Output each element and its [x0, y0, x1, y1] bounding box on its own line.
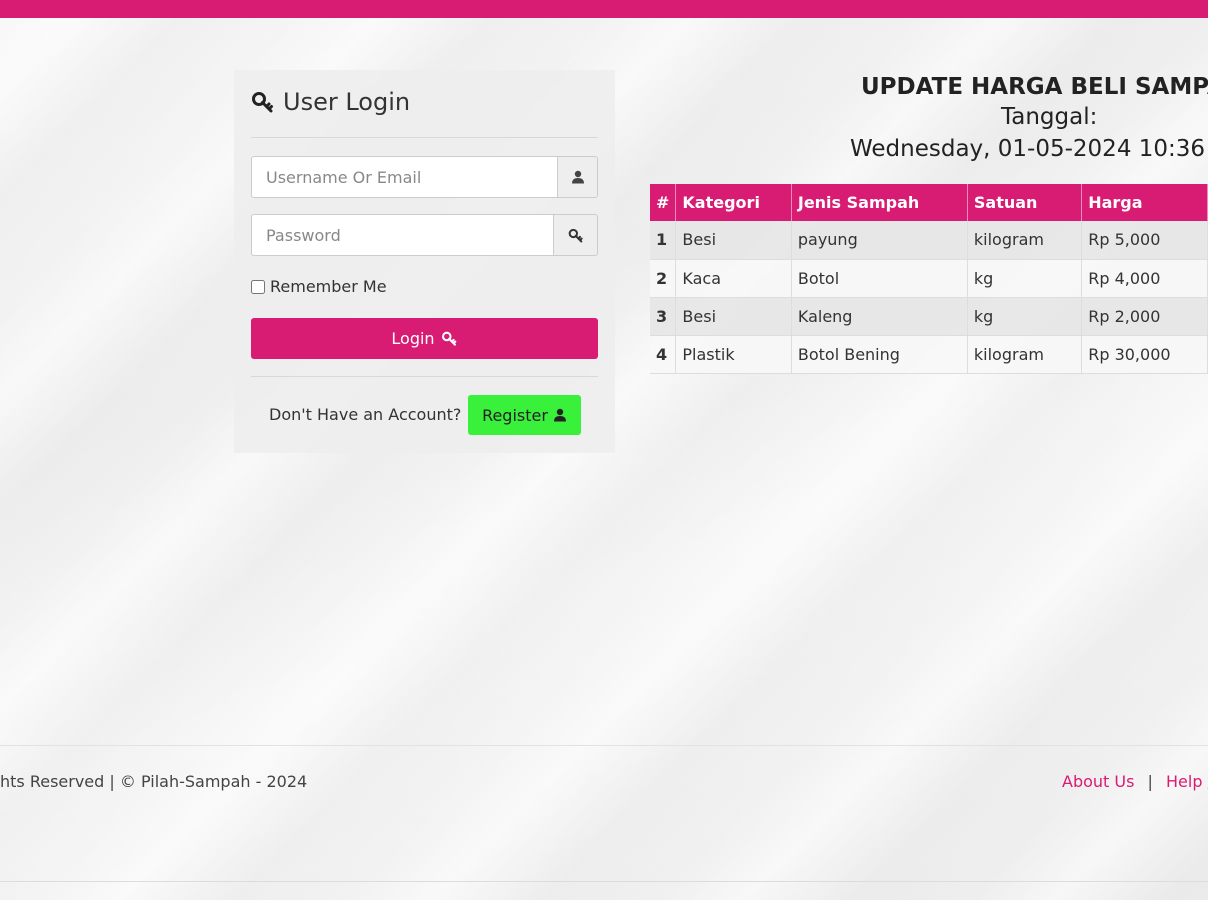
- row-jenis: Botol: [791, 259, 968, 298]
- table-row: 1 Besi payung kilogram Rp 5,000: [650, 221, 1208, 260]
- row-number: 1: [650, 221, 677, 260]
- footer-copyright: hts Reserved | © Pilah-Sampah - 2024: [0, 772, 308, 791]
- row-number: 4: [650, 335, 677, 374]
- footer-links: About Us | Help /: [1062, 772, 1208, 791]
- login-title-text: User Login: [283, 88, 411, 116]
- user-icon: [553, 408, 567, 422]
- header-harga: Harga: [1081, 184, 1208, 221]
- price-date-label: Tanggal:: [1001, 104, 1098, 130]
- row-kategori: Besi: [675, 297, 792, 336]
- key-icon: [441, 331, 458, 346]
- help-link[interactable]: Help /: [1166, 772, 1208, 791]
- row-satuan: kilogram: [967, 335, 1083, 374]
- username-group: [251, 156, 598, 198]
- row-number: 2: [650, 259, 677, 298]
- row-harga: Rp 4,000: [1081, 259, 1208, 298]
- table-row: 3 Besi Kaleng kg Rp 2,000: [650, 297, 1208, 336]
- header-kategori: Kategori: [675, 184, 792, 221]
- register-button-label: Register: [482, 405, 548, 425]
- row-harga: Rp 30,000: [1081, 335, 1208, 374]
- row-kategori: Kaca: [675, 259, 792, 298]
- remember-me[interactable]: Remember Me: [251, 277, 387, 296]
- password-group: [251, 214, 598, 256]
- row-number: 3: [650, 297, 677, 336]
- row-kategori: Plastik: [675, 335, 792, 374]
- footer-separator: |: [1147, 772, 1153, 791]
- price-table-header: # Kategori Jenis Sampah Satuan Harga: [650, 184, 1208, 221]
- row-satuan: kilogram: [967, 221, 1083, 260]
- register-button[interactable]: Register: [468, 395, 581, 435]
- login-button[interactable]: Login: [251, 318, 598, 359]
- login-panel: User Login Remember Me Login: [234, 70, 615, 453]
- header-jenis-sampah: Jenis Sampah: [791, 184, 968, 221]
- about-us-link[interactable]: About Us: [1062, 772, 1134, 791]
- row-harga: Rp 5,000: [1081, 221, 1208, 260]
- row-jenis: payung: [791, 221, 968, 260]
- price-title: UPDATE HARGA BELI SAMPA: [861, 74, 1208, 100]
- login-button-label: Login: [391, 329, 435, 348]
- price-table: # Kategori Jenis Sampah Satuan Harga 1 B…: [650, 184, 1208, 374]
- remember-me-checkbox[interactable]: [251, 279, 265, 294]
- login-divider-bottom: [251, 376, 598, 377]
- row-jenis: Botol Bening: [791, 335, 968, 374]
- table-row: 4 Plastik Botol Bening kilogram Rp 30,00…: [650, 335, 1208, 374]
- table-row: 2 Kaca Botol kg Rp 4,000: [650, 259, 1208, 298]
- row-satuan: kg: [967, 259, 1083, 298]
- footer-divider-bottom: [0, 881, 1208, 882]
- user-icon: [557, 156, 598, 198]
- account-prompt: Don't Have an Account?: [269, 405, 462, 424]
- key-icon: [553, 214, 598, 256]
- footer-divider: [0, 745, 1208, 746]
- price-date: Wednesday, 01-05-2024 10:36: [850, 136, 1206, 162]
- login-divider: [251, 137, 598, 138]
- password-input[interactable]: [251, 214, 553, 256]
- key-icon: [251, 91, 275, 113]
- top-accent-bar: [0, 0, 1208, 18]
- row-jenis: Kaleng: [791, 297, 968, 336]
- row-kategori: Besi: [675, 221, 792, 260]
- row-harga: Rp 2,000: [1081, 297, 1208, 336]
- username-input[interactable]: [251, 156, 557, 198]
- row-satuan: kg: [967, 297, 1083, 336]
- login-title: User Login: [251, 88, 410, 116]
- remember-me-label: Remember Me: [270, 277, 387, 296]
- header-number: #: [650, 184, 677, 221]
- header-satuan: Satuan: [967, 184, 1083, 221]
